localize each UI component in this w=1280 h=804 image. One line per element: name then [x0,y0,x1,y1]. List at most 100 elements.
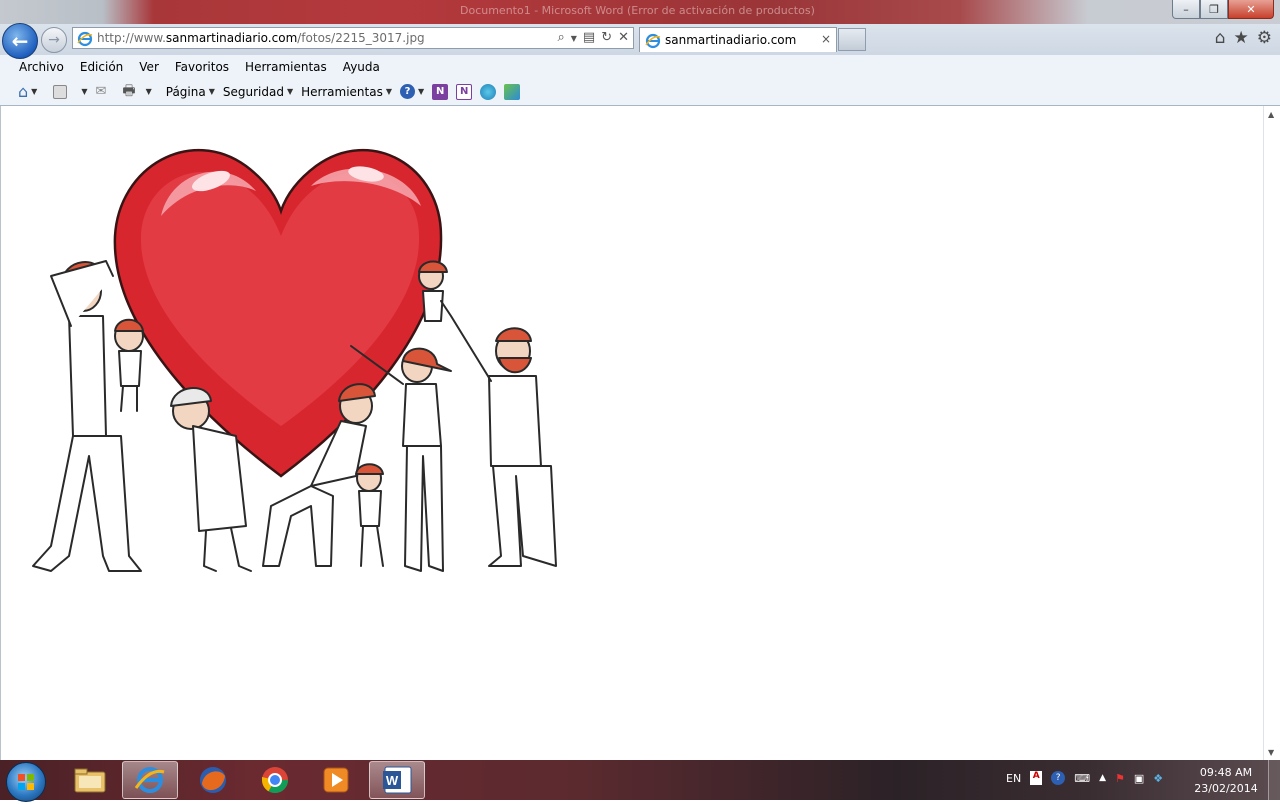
network-icon[interactable]: ▣ [1134,772,1144,785]
page-content [0,106,1264,761]
word-icon: W [383,766,412,794]
forward-button[interactable]: → [41,27,67,53]
dropdown-arrow-icon: ▼ [81,87,88,96]
page-menu[interactable]: Página ▼ [166,85,215,99]
taskbar-chrome[interactable] [247,761,303,799]
back-arrow-icon: ← [11,29,29,53]
chrome-icon [261,767,289,794]
ie-page-icon [77,31,93,47]
dropdown-arrow-icon[interactable]: ▼ [571,34,577,45]
close-button[interactable]: ✕ [1228,0,1274,19]
new-tab-button[interactable] [838,28,866,51]
folder-icon [74,768,106,793]
taskbar-media-player[interactable] [308,761,364,799]
address-tools: ⌕ ▼ ▤ ↻ ✕ [557,30,629,45]
dropbox-icon[interactable]: ❖ [1153,772,1163,785]
clock-time: 09:48 AM [1199,766,1253,779]
address-bar[interactable]: http://www.sanmartinadiario.com/fotos/22… [72,27,634,49]
acrobat-icon[interactable]: A [1030,771,1043,785]
clock[interactable]: 09:48 AM 23/02/2014 [1190,765,1262,797]
tab-title: sanmartinadiario.com [665,33,797,47]
dropdown-arrow-icon: ▼ [31,87,38,96]
page-menu-label: Página [165,84,206,99]
forward-arrow-icon: → [48,32,60,48]
search-icon[interactable]: ⌕ [557,30,564,45]
onenote-linked-icon[interactable]: N [432,83,449,100]
minimize-button[interactable]: – [1172,0,1200,19]
onenote-send-icon[interactable]: N [456,83,473,100]
keyboard-tray-icon[interactable]: ⌨ [1074,772,1090,785]
taskbar-word[interactable]: W [369,761,425,799]
mail-command[interactable]: ✉ [95,84,106,99]
language-indicator[interactable]: EN [1006,772,1021,785]
title-bar: Documento1 - Microsoft Word (Error de ac… [0,0,1280,24]
start-button[interactable] [6,762,46,802]
media-player-icon [323,767,349,793]
dropdown-arrow-icon: ▼ [145,87,152,96]
ie-icon [134,767,165,793]
stop-icon[interactable]: ✕ [618,30,629,45]
help-command[interactable]: ? ▼ [400,84,424,99]
print-icon: 🖶 [122,82,136,99]
tab-close-icon[interactable]: × [821,32,831,46]
compatibility-icon[interactable]: ▤ [583,30,595,45]
browser-right-icons: ⌂ ★ ⚙ [1215,28,1272,48]
skype-addon-icon[interactable] [480,83,497,100]
dropdown-arrow-icon: ▼ [286,87,294,96]
dropdown-arrow-icon: ▼ [385,87,393,96]
window-caption: Documento1 - Microsoft Word (Error de ac… [460,4,815,17]
restore-button[interactable]: ❐ [1200,0,1228,19]
clock-date: 23/02/2014 [1194,782,1258,795]
scroll-up-arrow-icon[interactable]: ▲ [1268,110,1274,119]
print-command[interactable]: 🖶 ▼ [122,80,151,104]
menu-ayuda[interactable]: Ayuda [335,60,388,74]
rss-feed-icon [53,84,68,99]
dropdown-arrow-icon: ▼ [208,87,215,96]
tab-active[interactable]: sanmartinadiario.com × [639,27,837,52]
menu-edicion[interactable]: Edición [72,60,131,74]
show-hidden-icons-arrow[interactable]: ▲ [1099,773,1106,783]
taskbar-firefox[interactable] [185,761,241,799]
addon-edit-icon[interactable] [504,83,521,100]
system-tray: EN A ? ⌨ ▲ ⚑ ▣ ❖ [1006,771,1163,785]
settings-gear-icon[interactable]: ⚙ [1257,28,1272,48]
tools-menu-label: Herramientas [301,84,383,99]
menu-ver[interactable]: Ver [131,60,167,74]
taskbar-explorer[interactable] [62,761,118,799]
security-menu[interactable]: Seguridad ▼ [223,85,293,99]
refresh-icon[interactable]: ↻ [601,30,612,45]
back-button[interactable]: ← [2,23,38,59]
menu-archivo[interactable]: Archivo [11,60,72,74]
url-prefix: http://www. [97,31,166,45]
home-icon[interactable]: ⌂ [1215,28,1226,48]
url-path: /fotos/2215_3017.jpg [297,31,425,45]
tools-menu[interactable]: Herramientas ▼ [301,85,392,99]
window-controls: – ❐ ✕ [1172,0,1274,19]
menu-bar: Archivo Edición Ver Favoritos Herramient… [0,55,1280,78]
vertical-scrollbar[interactable]: ▲ ▼ [1263,106,1280,761]
ie-tab-icon [645,33,661,49]
url-domain: sanmartinadiario.com [165,31,298,45]
help-icon: ? [400,84,416,99]
taskbar: W EN A ? ⌨ ▲ ⚑ ▣ ❖ 09:48 AM 23/02/2014 [0,760,1280,802]
windows-logo-icon [18,774,34,790]
url-text[interactable]: http://www.sanmartinadiario.com/fotos/22… [97,31,425,45]
home-page-icon: ⌂ [18,82,29,101]
command-bar: ⌂ ▼ ▼ ✉ 🖶 ▼ Página ▼ Seguridad ▼ Herramienta… [0,78,1280,106]
menu-herramientas[interactable]: Herramientas [237,60,335,74]
family-heart-illustration [32,148,557,572]
security-menu-label: Seguridad [222,84,284,99]
home-command[interactable]: ⌂ ▼ [18,82,37,101]
menu-favoritos[interactable]: Favoritos [167,60,237,74]
favorites-star-icon[interactable]: ★ [1234,28,1249,48]
help-tray-icon[interactable]: ? [1051,771,1066,785]
firefox-icon [200,767,226,793]
show-desktop-button[interactable] [1268,760,1280,800]
dropdown-arrow-icon: ▼ [418,87,425,96]
taskbar-internet-explorer[interactable] [122,761,178,799]
feeds-command[interactable]: ▼ [53,84,88,99]
svg-text:W: W [386,773,399,788]
mail-icon: ✉ [95,84,107,99]
scroll-down-arrow-icon[interactable]: ▼ [1268,748,1274,757]
action-center-icon[interactable]: ⚑ [1115,772,1125,785]
